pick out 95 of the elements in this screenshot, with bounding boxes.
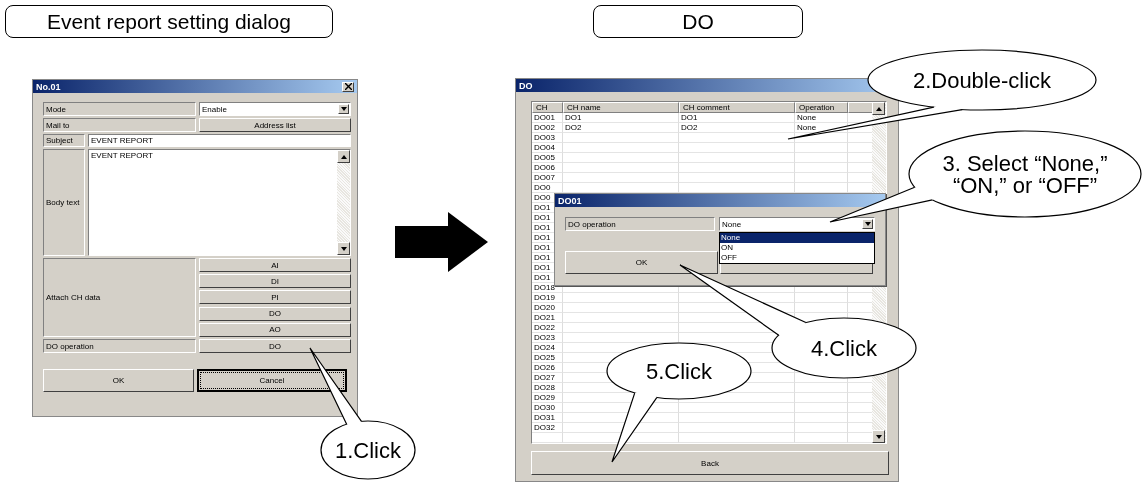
table-cell <box>795 173 848 183</box>
table-cell: DO05 <box>532 153 563 163</box>
callout-text: 3. Select “None,” “ON,” or “OFF” <box>942 151 1108 198</box>
column-header[interactable]: CH name <box>563 102 679 113</box>
table-cell <box>795 133 848 143</box>
subject-field[interactable]: EVENT REPORT <box>88 134 351 147</box>
callout-text: 2.Double-click <box>912 68 1052 93</box>
table-cell: DO2 <box>563 123 679 133</box>
table-cell: DO24 <box>532 343 563 353</box>
close-icon <box>344 83 352 90</box>
table-cell: DO27 <box>532 373 563 383</box>
caret-icon <box>340 107 347 111</box>
operation-dropdown[interactable]: None <box>719 217 875 231</box>
channel-button[interactable]: DI <box>199 274 351 289</box>
do-button[interactable]: DO <box>199 339 351 353</box>
table-cell: DO01 <box>532 113 563 123</box>
column-header[interactable]: CH <box>532 102 563 113</box>
channel-button[interactable]: PI <box>199 290 351 305</box>
table-cell: DO03 <box>532 133 563 143</box>
scrollbar[interactable] <box>337 150 350 255</box>
section-heading: DO <box>593 5 803 38</box>
table-cell: DO25 <box>532 353 563 363</box>
field-label: Subject <box>43 134 85 147</box>
table-cell <box>795 393 848 403</box>
close-button[interactable] <box>342 81 354 92</box>
table-cell: DO28 <box>532 383 563 393</box>
down-arrow-icon <box>875 434 882 439</box>
callout-text: 4.Click <box>811 336 877 361</box>
callout-text: 1.Click <box>335 438 401 463</box>
mode-dropdown[interactable]: Enable <box>199 102 351 116</box>
table-cell: DO20 <box>532 303 563 313</box>
dropdown-option[interactable]: None <box>720 233 874 243</box>
scroll-down-button[interactable] <box>337 242 350 255</box>
address-list-button[interactable]: Address list <box>199 118 351 132</box>
table-cell: DO29 <box>532 393 563 403</box>
table-cell: DO31 <box>532 413 563 423</box>
table-cell <box>795 293 848 303</box>
table-cell <box>795 413 848 423</box>
table-cell <box>795 423 848 433</box>
field-label: Mode <box>43 102 196 116</box>
table-cell <box>795 433 848 443</box>
window-title: No.01 <box>36 81 61 92</box>
up-arrow-icon <box>340 154 347 159</box>
table-cell: DO1 <box>563 113 679 123</box>
field-label: DO operation <box>43 339 196 353</box>
callout-text: 5.Click <box>646 359 712 384</box>
table-cell <box>795 153 848 163</box>
down-arrow-icon <box>340 246 347 251</box>
dropdown-value: None <box>722 219 742 229</box>
table-cell <box>795 163 848 173</box>
up-arrow-icon <box>875 106 882 111</box>
table-cell: DO32 <box>532 423 563 433</box>
table-cell: DO1 <box>679 113 795 123</box>
dropdown-value: Enable <box>202 104 227 114</box>
ok-button[interactable]: OK <box>565 251 718 274</box>
table-cell: DO02 <box>532 123 563 133</box>
table-cell: DO04 <box>532 143 563 153</box>
table-cell <box>532 433 563 443</box>
scroll-up-button[interactable] <box>872 102 885 115</box>
column-header[interactable]: CH comment <box>679 102 795 113</box>
dialog-button[interactable]: Cancel <box>197 369 347 392</box>
dropdown-button[interactable] <box>862 219 873 229</box>
field-label: Attach CH data <box>43 258 196 337</box>
field-label: Body text <box>43 149 85 256</box>
table-cell <box>795 403 848 413</box>
dropdown-option[interactable]: OFF <box>720 253 874 263</box>
dropdown-option[interactable]: ON <box>720 243 874 253</box>
body-text: EVENT REPORT <box>90 150 154 162</box>
table-cell: DO26 <box>532 363 563 373</box>
table-cell: DO19 <box>532 293 563 303</box>
table-cell: DO06 <box>532 163 563 173</box>
table-cell: DO2 <box>679 123 795 133</box>
scroll-up-button[interactable] <box>337 150 350 163</box>
table-cell: None <box>795 113 848 123</box>
window-title: DO <box>519 80 533 91</box>
table-cell: DO23 <box>532 333 563 343</box>
table-cell <box>795 383 848 393</box>
body-text-area[interactable]: EVENT REPORT <box>88 149 351 256</box>
scroll-down-button[interactable] <box>872 430 885 443</box>
dialog-button[interactable]: OK <box>43 369 194 392</box>
field-label: Mail to <box>43 118 196 132</box>
table-cell: DO21 <box>532 313 563 323</box>
channel-button[interactable]: AI <box>199 258 351 272</box>
table-cell <box>795 143 848 153</box>
table-cell: DO22 <box>532 323 563 333</box>
table-cell: DO07 <box>532 173 563 183</box>
dropdown-button[interactable] <box>338 104 349 114</box>
section-heading: Event report setting dialog <box>5 5 333 38</box>
column-header[interactable]: Operation <box>795 102 848 113</box>
channel-button[interactable]: DO <box>199 306 351 321</box>
table-cell <box>795 303 848 313</box>
back-button[interactable]: Back <box>531 451 889 475</box>
table-cell: DO30 <box>532 403 563 413</box>
channel-button[interactable]: AO <box>199 322 351 337</box>
field-label: DO operation <box>565 217 715 231</box>
